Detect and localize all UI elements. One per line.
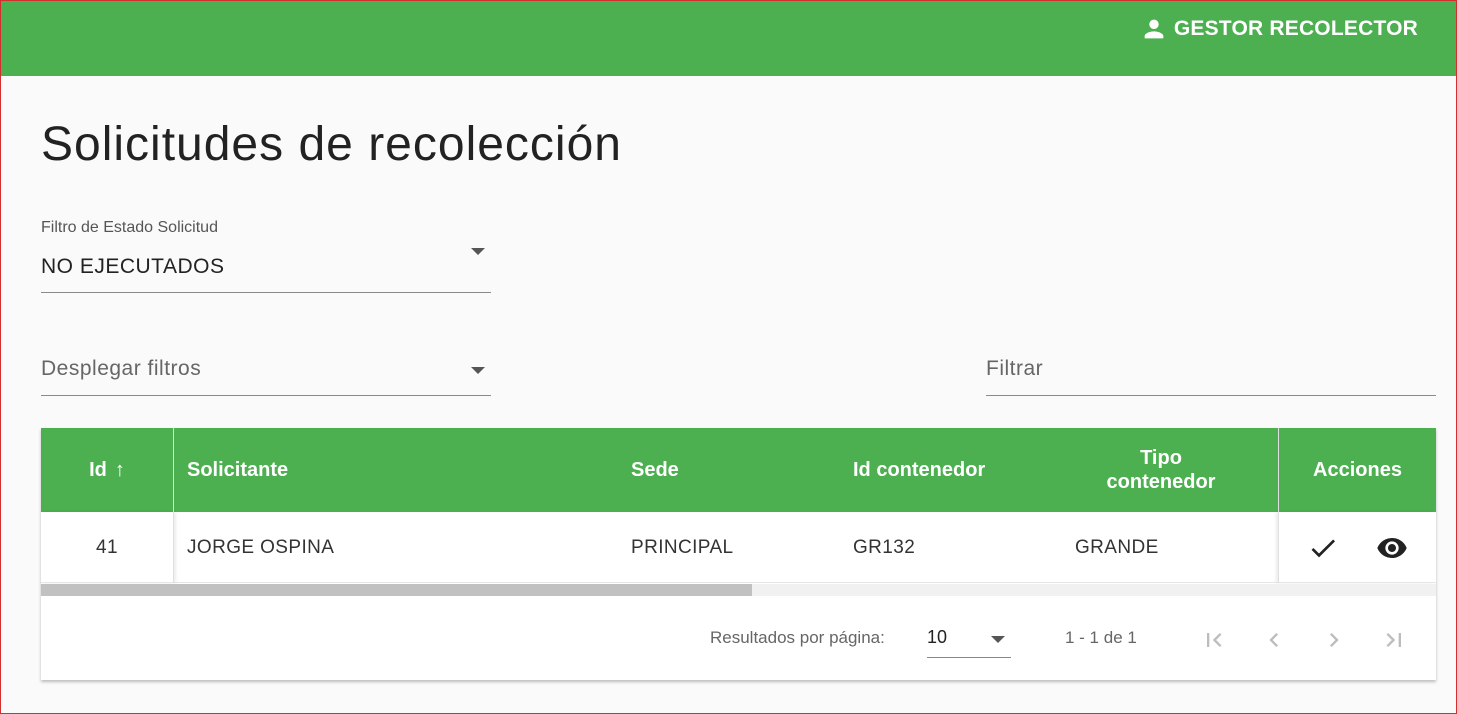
- chevron-left-icon: [1269, 633, 1278, 647]
- more-filters-placeholder: Desplegar filtros: [41, 357, 202, 380]
- last-page-icon: [1386, 633, 1401, 647]
- account-icon: [1144, 19, 1164, 39]
- user-menu[interactable]: GESTOR RECOLECTOR: [1140, 15, 1418, 43]
- column-header-acciones: Acciones: [1278, 428, 1436, 512]
- eye-icon[interactable]: [1376, 532, 1408, 564]
- table-header: Id ↑ Solicitante Sede Id contenedor Tipo…: [41, 428, 1436, 512]
- page-range-label: 1 - 1 de 1: [1065, 628, 1137, 647]
- dropdown-arrow-icon: [991, 636, 1005, 643]
- scrollbar-thumb[interactable]: [41, 584, 753, 596]
- first-page-icon: [1207, 633, 1222, 647]
- table-row[interactable]: 41 JORGE OSPINA PRINCIPAL GR132 GRANDE: [41, 512, 1436, 583]
- last-page-button[interactable]: [1374, 620, 1414, 660]
- paginator: Resultados por página: 10 1 - 1 de 1: [41, 596, 1436, 680]
- items-per-page-select[interactable]: 10: [927, 624, 1011, 658]
- user-role-label: GESTOR RECOLECTOR: [1173, 17, 1418, 40]
- requests-table: Id ↑ Solicitante Sede Id contenedor Tipo…: [41, 428, 1436, 680]
- column-header-id-contenedor-label: Id contenedor: [853, 458, 986, 481]
- top-app-bar: GESTOR RECOLECTOR: [1, 1, 1456, 76]
- column-header-id-contenedor[interactable]: Id contenedor: [853, 428, 985, 512]
- page-title: Solicitudes de recolección: [41, 118, 622, 171]
- check-icon[interactable]: [1307, 532, 1339, 564]
- chevron-right-icon: [1330, 633, 1339, 647]
- column-header-sede[interactable]: Sede: [631, 428, 679, 512]
- dropdown-arrow-icon: [471, 367, 485, 374]
- state-filter-select[interactable]: Filtro de Estado Solicitud NO EJECUTADOS: [41, 219, 491, 293]
- cell-tipo-contenedor: GRANDE: [1075, 536, 1159, 558]
- items-per-page-label: Resultados por página:: [710, 628, 885, 647]
- column-header-id[interactable]: Id ↑: [41, 428, 174, 512]
- first-page-button[interactable]: [1194, 620, 1234, 660]
- column-header-id-label: Id: [89, 458, 107, 481]
- column-header-acciones-label: Acciones: [1313, 458, 1402, 481]
- column-header-solicitante[interactable]: Solicitante: [187, 428, 288, 512]
- cell-sede: PRINCIPAL: [631, 536, 734, 558]
- state-filter-value: NO EJECUTADOS: [41, 255, 225, 278]
- cell-id-contenedor: GR132: [853, 536, 916, 558]
- items-per-page-value: 10: [927, 627, 948, 647]
- horizontal-scrollbar[interactable]: [41, 584, 1436, 596]
- state-filter-label: Filtro de Estado Solicitud: [41, 219, 218, 236]
- next-page-button[interactable]: [1314, 620, 1354, 660]
- cell-acciones: [1278, 512, 1436, 583]
- column-header-tipo-contenedor[interactable]: Tipo contenedor: [1081, 428, 1241, 512]
- dropdown-arrow-icon: [471, 248, 485, 255]
- cell-id: 41: [41, 512, 174, 583]
- more-filters-select[interactable]: Desplegar filtros: [41, 351, 491, 396]
- column-header-tipo-contenedor-label: Tipo contenedor: [1106, 447, 1216, 493]
- column-header-solicitante-label: Solicitante: [187, 458, 289, 481]
- filter-input-placeholder: Filtrar: [986, 357, 1044, 380]
- previous-page-button[interactable]: [1254, 620, 1294, 660]
- cell-solicitante: JORGE OSPINA: [187, 536, 335, 558]
- column-header-sede-label: Sede: [631, 458, 679, 481]
- sort-arrow-up-icon: ↑: [114, 458, 125, 481]
- filter-input[interactable]: Filtrar: [986, 351, 1436, 396]
